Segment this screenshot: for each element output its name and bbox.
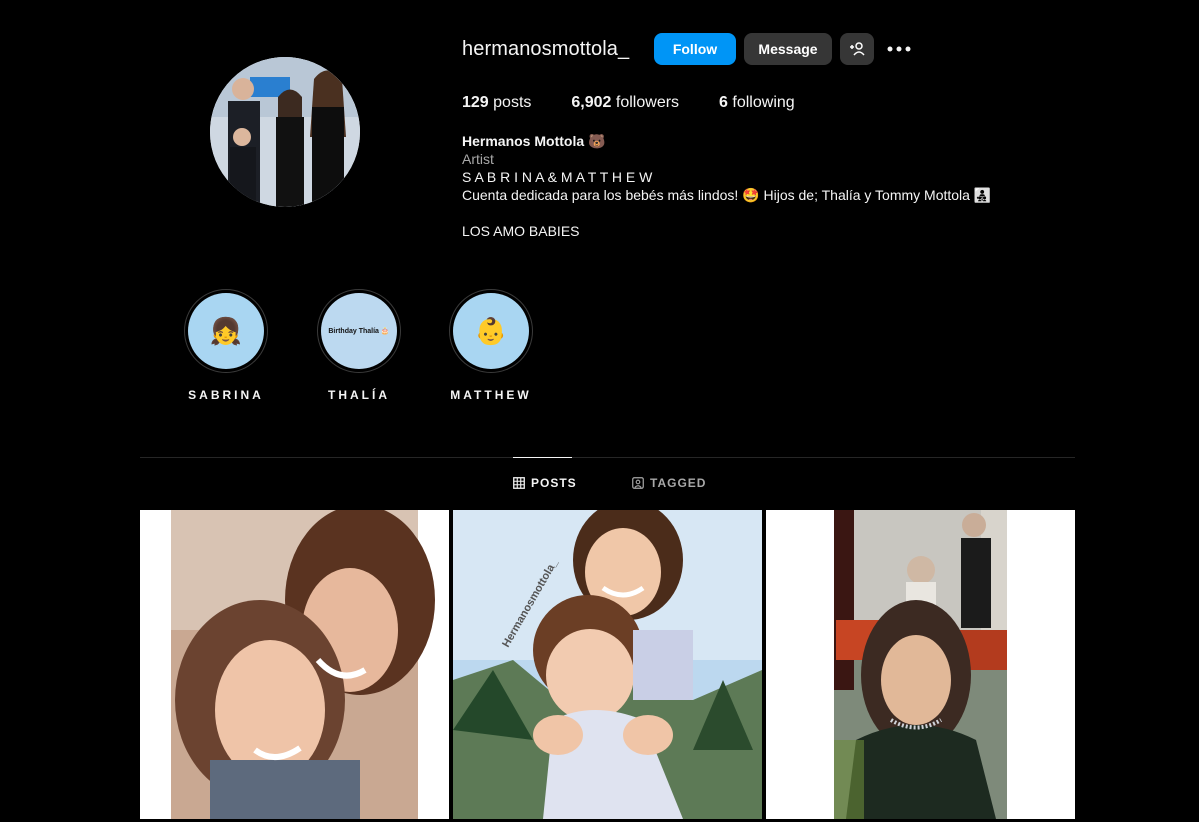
highlight-ring: Birthday Thalía 🎂 xyxy=(317,289,401,373)
more-options-button[interactable] xyxy=(884,34,914,64)
followers-label: followers xyxy=(615,94,680,111)
highlight-cover-emoji: 👧 xyxy=(209,315,243,346)
highlight-ring: 👧 xyxy=(184,289,268,373)
posts-label: posts xyxy=(493,94,532,111)
bio-spacer xyxy=(462,204,991,222)
tagged-icon xyxy=(632,477,644,489)
posts-stat: 129 posts xyxy=(462,94,531,112)
following-label: following xyxy=(732,94,795,111)
following-stat[interactable]: 6 following xyxy=(719,94,795,112)
add-user-icon xyxy=(850,42,865,56)
highlight-cover: 👶 xyxy=(453,293,529,369)
active-tab-indicator xyxy=(513,457,572,458)
tab-tagged-label: TAGGED xyxy=(650,476,707,490)
posts-count: 129 xyxy=(462,94,489,111)
highlight-label: THALÍA xyxy=(328,388,390,402)
follow-button[interactable]: Follow xyxy=(654,33,736,65)
highlight-cover-text: Birthday Thalía 🎂 xyxy=(328,328,390,335)
highlight-cover-emoji: 👶 xyxy=(474,315,508,346)
following-count: 6 xyxy=(719,94,728,111)
profile-avatar[interactable] xyxy=(210,57,360,207)
post-thumbnail[interactable]: Hermanosmottola_ xyxy=(453,510,762,819)
message-button[interactable]: Message xyxy=(744,33,832,65)
tab-tagged[interactable]: TAGGED xyxy=(632,476,706,490)
highlight-label: SABRINA xyxy=(188,388,264,402)
highlight-thalia[interactable]: Birthday Thalía 🎂 THALÍA xyxy=(317,289,401,402)
highlight-cover: 👧 xyxy=(188,293,264,369)
highlight-ring: 👶 xyxy=(449,289,533,373)
tab-posts-label: POSTS xyxy=(531,476,577,490)
highlight-cover: Birthday Thalía 🎂 xyxy=(321,293,397,369)
bio-line: S A B R I N A & M A T T H E W xyxy=(462,169,653,185)
add-user-button[interactable] xyxy=(840,33,874,65)
bio-line: LOS AMO BABIES xyxy=(462,223,580,239)
profile-stats: 129 posts 6,902 followers 6 following xyxy=(462,94,835,112)
profile-full-name: Hermanos Mottola 🐻 xyxy=(462,133,606,149)
followers-count: 6,902 xyxy=(571,94,612,111)
profile-bio: Hermanos Mottola 🐻 Artist S A B R I N A … xyxy=(462,132,991,240)
profile-username: hermanosmottola_ xyxy=(462,38,630,60)
post-thumbnail[interactable] xyxy=(766,510,1075,819)
highlight-label: MATTHEW xyxy=(450,388,532,402)
tabs-divider xyxy=(140,457,1075,458)
highlight-matthew[interactable]: 👶 MATTHEW xyxy=(449,289,533,402)
tab-posts[interactable]: POSTS xyxy=(513,476,577,490)
profile-category: Artist xyxy=(462,151,494,167)
bio-line: Cuenta dedicada para los bebés más lindo… xyxy=(462,187,992,203)
post-thumbnail[interactable] xyxy=(140,510,449,819)
more-options-icon xyxy=(887,46,911,52)
grid-icon xyxy=(513,477,525,489)
highlight-sabrina[interactable]: 👧 SABRINA xyxy=(184,289,268,402)
followers-stat[interactable]: 6,902 followers xyxy=(571,94,679,112)
